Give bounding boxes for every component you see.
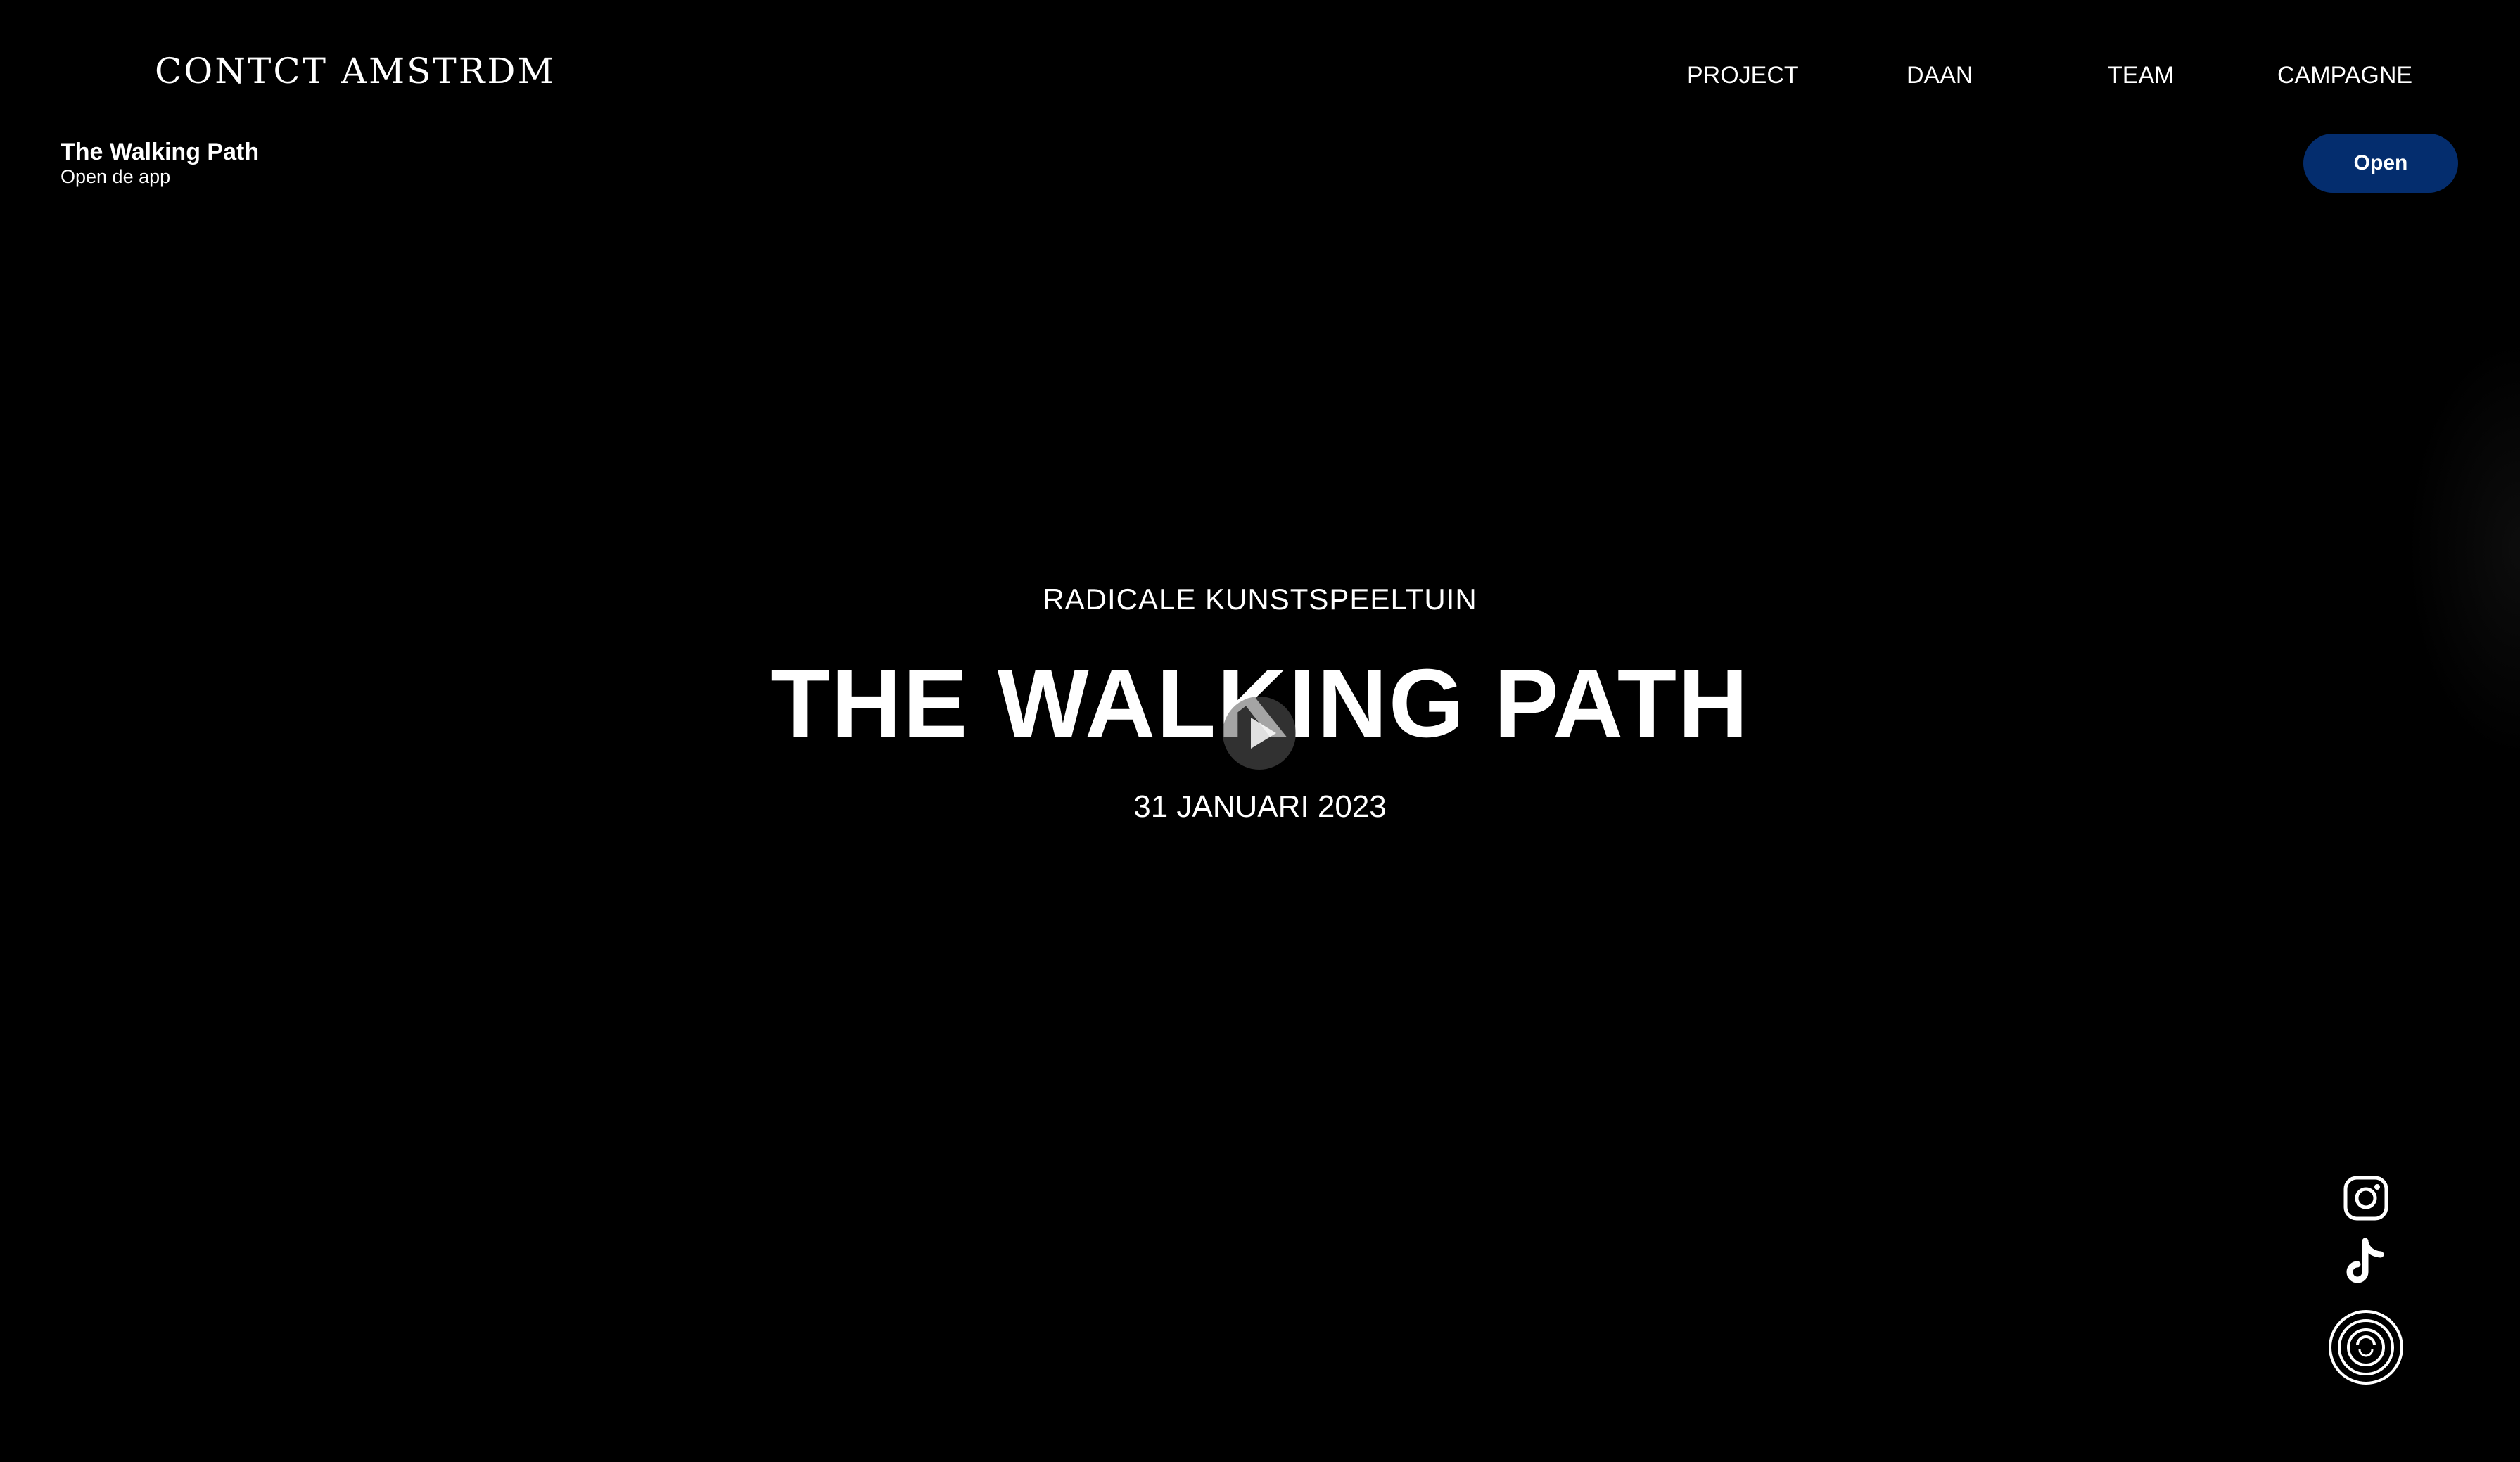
app-banner-title: The Walking Path bbox=[61, 139, 260, 165]
hero-date: 31 JANUARI 2023 bbox=[1133, 789, 1387, 824]
play-button[interactable] bbox=[1223, 697, 1296, 770]
circle-logo-icon bbox=[2329, 1310, 2403, 1385]
instagram-icon bbox=[2343, 1176, 2388, 1221]
open-app-button[interactable]: Open bbox=[2303, 134, 2458, 193]
nav-item-daan[interactable]: DAAN bbox=[1907, 62, 1973, 89]
tiktok-link[interactable] bbox=[2344, 1238, 2388, 1288]
nav-item-project[interactable]: PROJECT bbox=[1687, 62, 1799, 89]
tiktok-icon bbox=[2346, 1238, 2384, 1283]
nav-item-campagne[interactable]: CAMPAGNE bbox=[2277, 62, 2412, 89]
main-nav: PROJECT DAAN TEAM CAMPAGNE bbox=[0, 62, 2520, 90]
hero-subtitle: RADICALE KUNSTSPEELTUIN bbox=[1043, 583, 1477, 616]
nav-item-team[interactable]: TEAM bbox=[2108, 62, 2174, 89]
play-icon bbox=[1251, 718, 1276, 749]
app-banner-subtitle: Open de app bbox=[61, 166, 171, 187]
instagram-link[interactable] bbox=[2343, 1175, 2389, 1221]
circle-logo-link[interactable] bbox=[2327, 1309, 2405, 1386]
